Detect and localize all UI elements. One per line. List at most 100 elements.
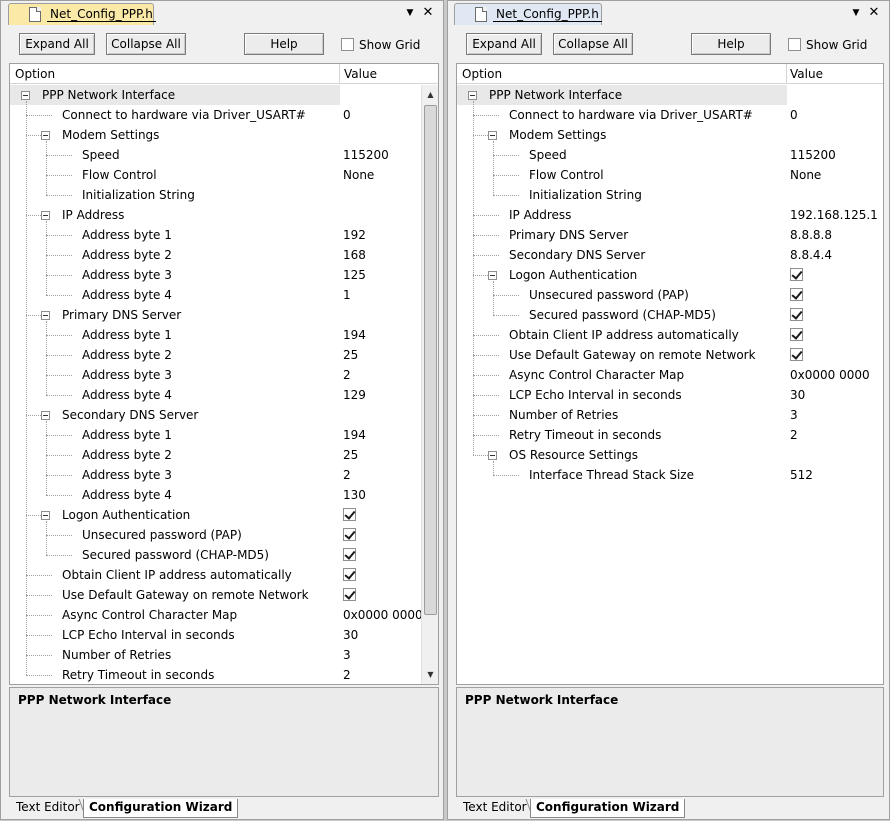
option-value[interactable]: 192 (343, 228, 366, 242)
option-row[interactable]: Interface Thread Stack Size 512 (457, 465, 883, 485)
option-value[interactable]: 125 (343, 268, 366, 282)
option-value[interactable]: 8.8.8.8 (790, 228, 832, 242)
option-value[interactable]: 192.168.125.1 (790, 208, 878, 222)
value-column-header[interactable]: Value (790, 67, 823, 81)
option-checkbox[interactable] (790, 308, 803, 324)
help-button[interactable]: Help (244, 33, 324, 55)
option-value[interactable]: 2 (343, 468, 351, 482)
option-checkbox[interactable] (343, 588, 356, 604)
option-checkbox[interactable] (343, 528, 356, 544)
collapse-all-button[interactable]: Collapse All (106, 33, 186, 55)
collapse-all-button[interactable]: Collapse All (553, 33, 633, 55)
option-row[interactable]: Initialization String (10, 185, 438, 205)
option-value[interactable]: 3 (343, 648, 351, 662)
option-value[interactable]: 115200 (343, 148, 389, 162)
option-row[interactable]: LCP Echo Interval in seconds 30 (457, 385, 883, 405)
option-row[interactable]: Logon Authentication (457, 265, 883, 285)
option-value[interactable]: 8.8.4.4 (790, 248, 832, 262)
option-checkbox[interactable] (343, 568, 356, 584)
option-value[interactable]: 168 (343, 248, 366, 262)
show-grid-checkbox[interactable] (788, 38, 801, 51)
checkbox[interactable] (790, 348, 803, 361)
option-value[interactable]: 0 (790, 108, 798, 122)
option-value[interactable]: 194 (343, 428, 366, 442)
option-checkbox[interactable] (790, 268, 803, 284)
checkbox[interactable] (790, 328, 803, 341)
option-value[interactable]: 129 (343, 388, 366, 402)
column-divider[interactable] (786, 64, 787, 84)
scrollbar-thumb[interactable] (424, 105, 437, 615)
option-row[interactable]: Address byte 3 2 (10, 465, 438, 485)
collapse-toggle-icon[interactable] (488, 131, 497, 140)
close-icon[interactable]: ✕ (867, 6, 881, 20)
option-value[interactable]: 115200 (790, 148, 836, 162)
collapse-toggle-icon[interactable] (488, 451, 497, 460)
option-row[interactable]: Address byte 3 2 (10, 365, 438, 385)
checkbox[interactable] (790, 288, 803, 301)
option-row[interactable]: Logon Authentication (10, 505, 438, 525)
collapse-toggle-icon[interactable] (468, 91, 477, 100)
option-row[interactable]: Flow Control None (10, 165, 438, 185)
option-checkbox[interactable] (343, 548, 356, 564)
option-value[interactable]: 3 (790, 408, 798, 422)
option-row[interactable]: Use Default Gateway on remote Network (10, 585, 438, 605)
document-tab[interactable]: Net_Config_PPP.h (8, 3, 156, 25)
option-value[interactable]: 2 (790, 428, 798, 442)
option-row[interactable]: Number of Retries 3 (10, 645, 438, 665)
option-checkbox[interactable] (790, 348, 803, 364)
checkbox[interactable] (790, 268, 803, 281)
option-value[interactable]: None (790, 168, 821, 182)
collapse-toggle-icon[interactable] (21, 91, 30, 100)
collapse-toggle-icon[interactable] (41, 511, 50, 520)
option-value[interactable]: 194 (343, 328, 366, 342)
scroll-down-icon[interactable]: ▼ (423, 667, 438, 683)
collapse-toggle-icon[interactable] (41, 131, 50, 140)
option-value[interactable]: 2 (343, 368, 351, 382)
option-value[interactable]: 130 (343, 488, 366, 502)
checkbox[interactable] (343, 548, 356, 561)
option-value[interactable]: 25 (343, 448, 358, 462)
checkbox[interactable] (343, 528, 356, 541)
tab-configuration-wizard[interactable]: Configuration Wizard (530, 799, 686, 818)
option-row[interactable]: Secured password (CHAP-MD5) (457, 305, 883, 325)
option-value[interactable]: 30 (343, 628, 358, 642)
option-value[interactable]: 512 (790, 468, 813, 482)
option-value[interactable]: 0x0000 0000 (343, 608, 423, 622)
option-row[interactable]: Secondary DNS Server 8.8.4.4 (457, 245, 883, 265)
option-row[interactable]: Address byte 4 130 (10, 485, 438, 505)
option-row[interactable]: Connect to hardware via Driver_USART# 0 (457, 105, 883, 125)
option-row[interactable]: Address byte 2 25 (10, 345, 438, 365)
dropdown-arrow-icon[interactable]: ▼ (849, 6, 863, 20)
document-tab[interactable]: Net_Config_PPP.h (454, 3, 602, 25)
collapse-toggle-icon[interactable] (41, 411, 50, 420)
option-row[interactable]: Primary DNS Server 8.8.8.8 (457, 225, 883, 245)
option-row[interactable]: Flow Control None (457, 165, 883, 185)
expand-all-button[interactable]: Expand All (466, 33, 542, 55)
option-row[interactable]: Connect to hardware via Driver_USART# 0 (10, 105, 438, 125)
option-row[interactable]: Address byte 1 192 (10, 225, 438, 245)
option-checkbox[interactable] (790, 288, 803, 304)
option-row[interactable]: Retry Timeout in seconds 2 (10, 665, 438, 684)
close-icon[interactable]: ✕ (421, 6, 435, 20)
expand-all-button[interactable]: Expand All (19, 33, 95, 55)
option-row[interactable]: Address byte 4 129 (10, 385, 438, 405)
option-row[interactable]: Secondary DNS Server (10, 405, 438, 425)
option-row[interactable]: Address byte 2 25 (10, 445, 438, 465)
option-row[interactable]: PPP Network Interface (10, 85, 438, 105)
tab-text-editor[interactable]: Text Editor (11, 799, 85, 818)
option-value[interactable]: 0 (343, 108, 351, 122)
option-row[interactable]: Address byte 1 194 (10, 325, 438, 345)
option-row[interactable]: Async Control Character Map 0x0000 0000 (457, 365, 883, 385)
option-row[interactable]: Initialization String (457, 185, 883, 205)
value-column-header[interactable]: Value (344, 67, 377, 81)
column-divider[interactable] (339, 64, 340, 84)
option-row[interactable]: LCP Echo Interval in seconds 30 (10, 625, 438, 645)
collapse-toggle-icon[interactable] (488, 271, 497, 280)
option-row[interactable]: Address byte 1 194 (10, 425, 438, 445)
option-row[interactable]: Use Default Gateway on remote Network (457, 345, 883, 365)
show-grid-checkbox[interactable] (341, 38, 354, 51)
option-value[interactable]: None (343, 168, 374, 182)
vertical-scrollbar[interactable]: ▲ ▼ (421, 85, 438, 684)
checkbox[interactable] (343, 588, 356, 601)
option-checkbox[interactable] (790, 328, 803, 344)
